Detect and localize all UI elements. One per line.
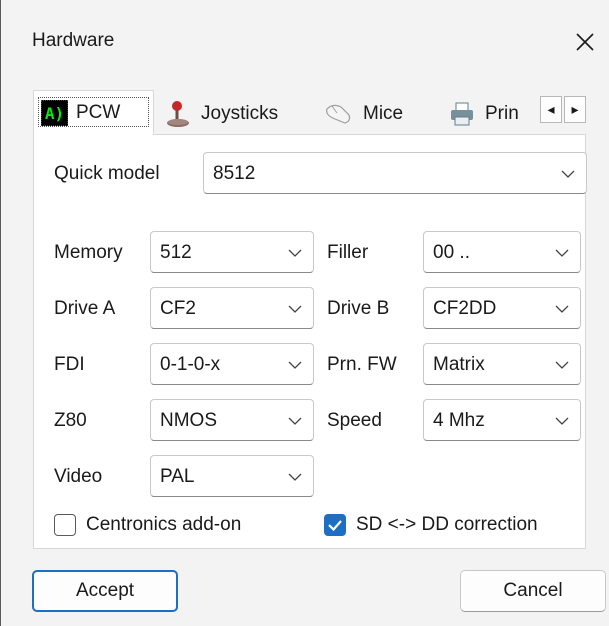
mouse-icon [326, 104, 351, 124]
tab-scroll-left[interactable]: ◂ [540, 96, 562, 123]
centronics-label: Centronics add-on [86, 514, 242, 535]
window-title: Hardware [32, 30, 115, 51]
checkmark-icon [328, 520, 342, 532]
hardware-dialog: Hardware A) PCW Joysticks Mice Prin ◂ ▸ … [0, 0, 609, 626]
chevron-down-icon [561, 170, 575, 178]
prn-fw-label: Prn. FW [327, 354, 397, 375]
tab-mice[interactable]: Mice [317, 96, 435, 132]
memory-value: 512 [160, 242, 192, 263]
video-label: Video [54, 466, 103, 487]
drive-a-value: CF2 [160, 298, 196, 319]
drive-b-select[interactable]: CF2DD [423, 287, 581, 329]
fdi-value: 0-1-0-x [160, 354, 221, 375]
tab-joysticks[interactable]: Joysticks [159, 96, 309, 132]
z80-value: NMOS [160, 410, 217, 431]
checkbox-box [54, 514, 76, 536]
chevron-down-icon [555, 249, 569, 257]
video-select[interactable]: PAL [150, 455, 314, 497]
chevron-down-icon [288, 361, 302, 369]
accept-button[interactable]: Accept [32, 570, 178, 612]
memory-label: Memory [54, 242, 123, 263]
focus-rect [38, 97, 149, 127]
z80-label: Z80 [54, 410, 87, 431]
tab-pcw[interactable]: A) PCW [33, 90, 154, 135]
chevron-down-icon [555, 361, 569, 369]
tab-printer[interactable]: Prin [443, 96, 539, 132]
cancel-button[interactable]: Cancel [460, 570, 606, 612]
close-icon [576, 33, 594, 51]
prn-fw-value: Matrix [433, 354, 485, 375]
arrow-left-icon: ◂ [547, 101, 555, 117]
fdi-select[interactable]: 0-1-0-x [150, 343, 314, 385]
arrow-right-icon: ▸ [571, 101, 579, 117]
quick-model-label: Quick model [54, 163, 160, 184]
chevron-down-icon [288, 417, 302, 425]
checkbox-box [324, 514, 346, 536]
centronics-checkbox[interactable]: Centronics add-on [54, 512, 294, 538]
drive-b-label: Drive B [327, 298, 390, 319]
memory-select[interactable]: 512 [150, 231, 314, 273]
sd-dd-label: SD <-> DD correction [356, 514, 538, 535]
title-bar: Hardware [1, 0, 609, 80]
drive-b-value: CF2DD [433, 298, 497, 319]
drive-a-label: Drive A [54, 298, 116, 319]
speed-select[interactable]: 4 Mhz [423, 399, 581, 441]
printer-icon [451, 102, 473, 126]
chevron-down-icon [288, 305, 302, 313]
quick-model-select[interactable]: 8512 [203, 152, 587, 194]
speed-value: 4 Mhz [433, 410, 485, 431]
chevron-down-icon [555, 417, 569, 425]
tab-label: Prin [485, 103, 519, 124]
filler-label: Filler [327, 242, 369, 263]
filler-value: 00 .. [433, 242, 470, 263]
fdi-label: FDI [54, 354, 85, 375]
tab-label: Mice [363, 103, 404, 124]
speed-label: Speed [327, 410, 382, 431]
close-button[interactable] [561, 20, 609, 64]
tab-strip: A) PCW Joysticks Mice Prin ◂ ▸ [33, 90, 586, 135]
z80-select[interactable]: NMOS [150, 399, 314, 441]
tab-label: Joysticks [201, 103, 279, 124]
tab-scroll-right[interactable]: ▸ [564, 96, 586, 123]
filler-select[interactable]: 00 .. [423, 231, 581, 273]
joystick-icon [167, 101, 189, 127]
prn-fw-select[interactable]: Matrix [423, 343, 581, 385]
drive-a-select[interactable]: CF2 [150, 287, 314, 329]
chevron-down-icon [288, 249, 302, 257]
chevron-down-icon [555, 305, 569, 313]
chevron-down-icon [288, 473, 302, 481]
pcw-panel: Quick model 8512 Memory 512 Filler 00 ..… [33, 134, 587, 549]
sd-dd-correction-checkbox[interactable]: SD <-> DD correction [324, 512, 584, 538]
video-value: PAL [160, 466, 195, 487]
quick-model-value: 8512 [213, 163, 256, 184]
